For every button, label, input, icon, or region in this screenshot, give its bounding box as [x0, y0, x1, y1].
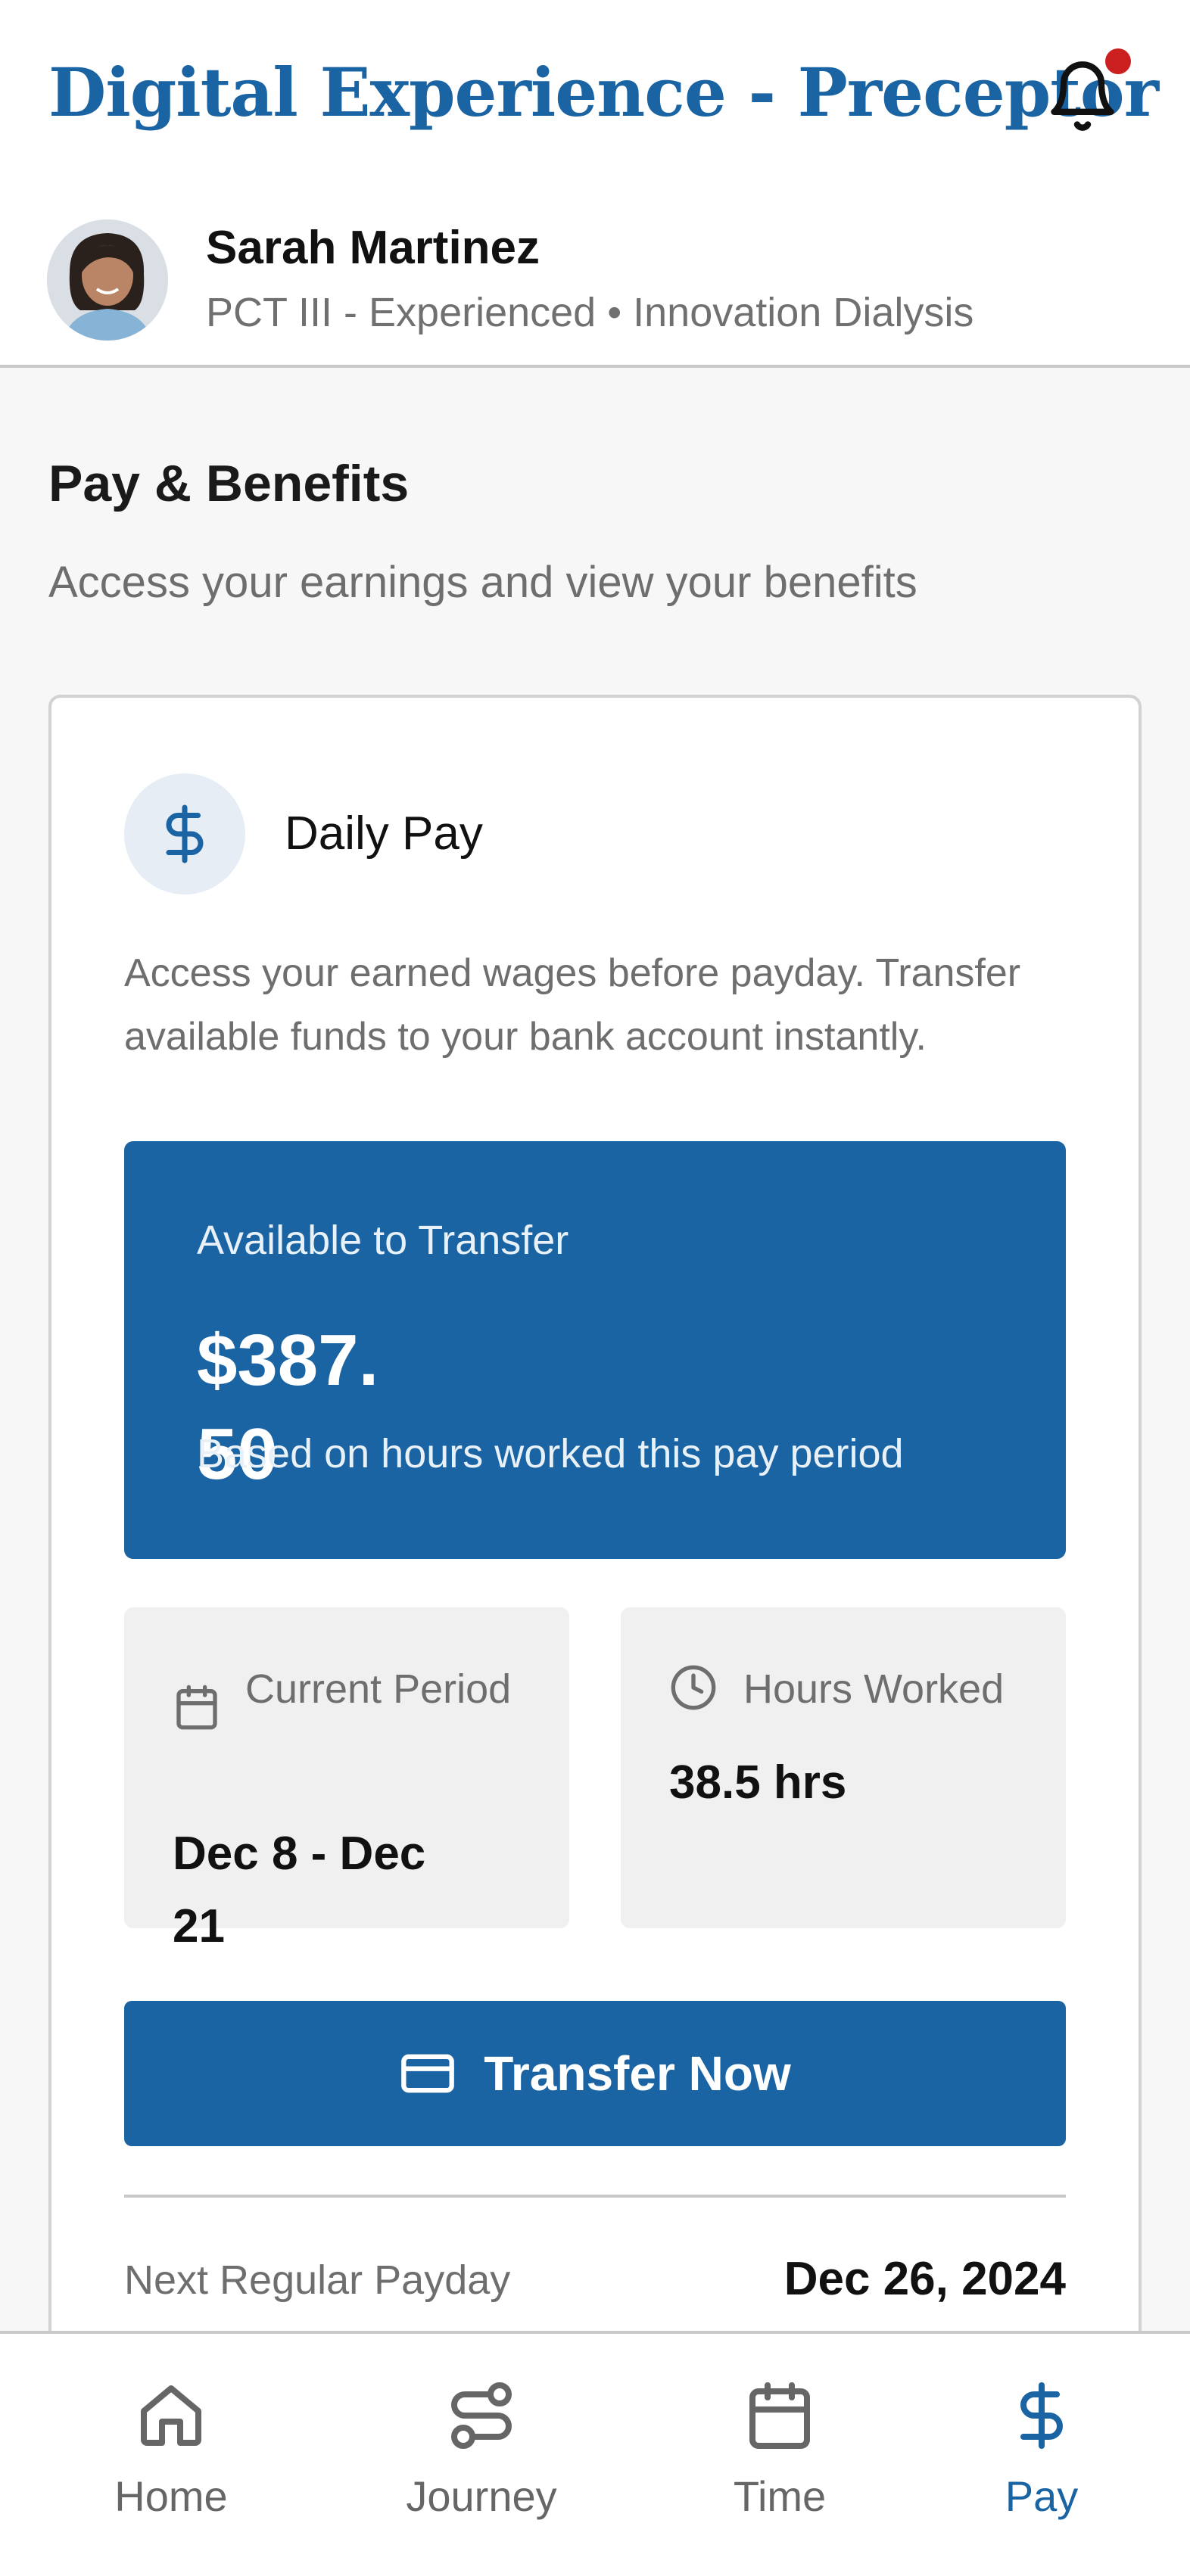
- notification-badge: [1105, 48, 1131, 74]
- hours-worked-value: 38.5 hrs: [669, 1756, 847, 1809]
- route-icon: [451, 2382, 512, 2449]
- nav-item-home[interactable]: Home: [58, 2379, 285, 2546]
- calendar-icon: [749, 2382, 810, 2449]
- app-root: Digital Experience - Preceptor Sarah Mar…: [0, 0, 1190, 2576]
- nav-label-home: Home: [114, 2472, 228, 2520]
- current-period-tile: Current Period Dec 8 - Dec 21: [124, 1607, 569, 1952]
- daily-pay-icon-circle: [124, 773, 245, 894]
- available-label: Available to Transfer: [197, 1218, 569, 1263]
- available-balance-panel: Available to Transfer $387.50 Based on h…: [124, 1141, 1066, 1559]
- bottom-nav: Home Journey Time Pay: [0, 2331, 1190, 2576]
- page-title: Pay & Benefits: [48, 455, 410, 512]
- next-payday-label: Next Regular Payday: [124, 2257, 511, 2303]
- nav-label-pay: Pay: [1005, 2472, 1079, 2520]
- credit-card-icon: [401, 2054, 455, 2093]
- current-period-label: Current Period: [245, 1666, 512, 1712]
- next-payday-value: Dec 26, 2024: [783, 2253, 1066, 2305]
- avatar-portrait: [47, 219, 168, 341]
- clock-icon: [671, 1665, 716, 1710]
- user-role: PCT III - Experienced • Innovation Dialy…: [206, 290, 974, 335]
- transfer-now-button[interactable]: Transfer Now: [124, 2001, 1066, 2146]
- nav-item-journey[interactable]: Journey: [368, 2379, 595, 2546]
- daily-pay-title: Daily Pay: [285, 807, 483, 860]
- user-name: Sarah Martinez: [206, 222, 540, 274]
- nav-label-journey: Journey: [406, 2472, 557, 2520]
- current-period-value: Dec 8 - Dec 21: [173, 1828, 426, 1952]
- app-title: Digital Experience - Preceptor: [48, 53, 1159, 132]
- nav-label-time: Time: [733, 2472, 827, 2520]
- transfer-now-label: Transfer Now: [484, 2046, 791, 2101]
- dollar-icon: [166, 804, 204, 863]
- divider: [124, 2195, 1066, 2198]
- available-note: Based on hours worked this pay period: [197, 1431, 904, 1476]
- calendar-icon: [176, 1685, 217, 1730]
- top-header: Digital Experience - Preceptor Sarah Mar…: [0, 0, 1190, 368]
- nav-item-time[interactable]: Time: [666, 2379, 893, 2546]
- dollar-icon: [1020, 2382, 1063, 2449]
- home-icon: [141, 2385, 201, 2446]
- daily-pay-card: Daily Pay Access your earned wages befor…: [48, 695, 1142, 2360]
- hours-worked-label: Hours Worked: [743, 1666, 1005, 1712]
- hours-worked-tile: Hours Worked 38.5 hrs: [621, 1607, 1066, 1928]
- daily-pay-description: Access your earned wages before payday. …: [124, 951, 1021, 1059]
- avatar[interactable]: [47, 219, 168, 341]
- page-subtitle: Access your earnings and view your benef…: [48, 558, 917, 607]
- nav-item-pay[interactable]: Pay: [928, 2379, 1155, 2546]
